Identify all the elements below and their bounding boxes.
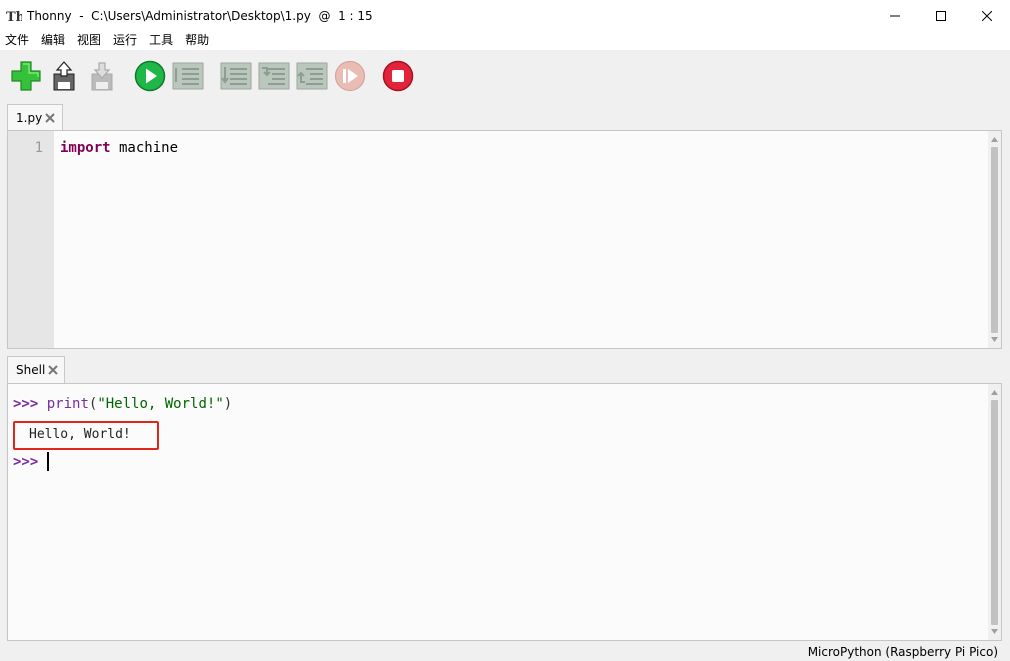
stop-button[interactable] [380,58,416,94]
scroll-down-arrow-icon[interactable] [988,333,1001,346]
resume-button [332,58,368,94]
shell-output: Hello, World! [29,427,131,442]
minimize-icon [890,15,900,16]
close-button[interactable] [964,0,1010,31]
save-file-button [84,58,120,94]
code-editor[interactable]: 1 import machine [7,130,1002,349]
debug-button [170,58,206,94]
code-text: machine [110,140,179,156]
window-controls [872,0,1010,31]
line-number-gutter: 1 [8,131,54,348]
scroll-down-arrow-icon[interactable] [988,625,1001,638]
scroll-up-arrow-icon[interactable] [988,386,1001,399]
shell-scrollbar[interactable] [988,384,1001,640]
interpreter-selector[interactable]: MicroPython (Raspberry Pi Pico) [808,645,998,659]
debug-icon [172,62,204,90]
close-icon [982,10,992,21]
editor-scrollbar[interactable] [988,131,1001,348]
step-out-icon [296,62,328,90]
toolbar [0,50,1010,100]
menu-edit[interactable]: 编辑 [36,31,71,50]
code-keyword: import [60,140,111,156]
tab-label: 1.py [16,111,43,125]
command-paren-close: ) [223,396,233,412]
resume-icon [334,60,366,92]
minimize-button[interactable] [872,0,918,31]
step-over-button [218,58,254,94]
shell-console[interactable]: >>> print("Hello, World!") Hello, World!… [7,383,1002,641]
run-button[interactable] [132,58,168,94]
title-bar: Th Thonny - C:\Users\Administrator\Deskt… [0,0,1010,31]
stop-icon [382,60,414,92]
scroll-thumb[interactable] [991,147,998,333]
shell-prompt: >>> [13,454,39,470]
command-string: "Hello, World!" [97,396,224,412]
shell-prompt: >>> [13,396,39,412]
tab-close-icon[interactable] [48,364,58,376]
window-title: Thonny - C:\Users\Administrator\Desktop\… [27,8,373,23]
play-icon [134,60,166,92]
tab-close-icon[interactable] [45,112,55,124]
menu-bar: 文件 编辑 视图 运行 工具 帮助 [0,31,1010,50]
scroll-up-arrow-icon[interactable] [988,133,1001,146]
thonny-window: Th Thonny - C:\Users\Administrator\Deskt… [0,0,1010,661]
status-bar: MicroPython (Raspberry Pi Pico) [0,643,1010,661]
thonny-logo-icon: Th [5,7,23,25]
tab-shell[interactable]: Shell [7,356,65,383]
step-into-button [256,58,292,94]
menu-help[interactable]: 帮助 [180,31,215,50]
command-function: print [46,396,89,412]
scroll-thumb[interactable] [991,400,998,625]
menu-run[interactable]: 运行 [108,31,143,50]
shell-command-line: >>> print("Hello, World!") [13,396,232,412]
text-cursor [47,452,49,471]
svg-text:Th: Th [6,10,22,23]
menu-view[interactable]: 视图 [72,31,107,50]
tab-1-py[interactable]: 1.py [7,104,63,131]
menu-file[interactable]: 文件 [0,31,35,50]
step-out-button [294,58,330,94]
new-file-button[interactable] [8,58,44,94]
download-disk-icon [91,62,113,91]
output-highlight-box: Hello, World! [13,421,159,450]
open-file-button[interactable] [46,58,82,94]
step-into-icon [258,62,290,90]
step-over-icon [220,62,252,90]
maximize-icon [936,10,946,21]
maximize-button[interactable] [918,0,964,31]
code-line[interactable]: import machine [60,140,178,156]
green-plus-icon [11,61,41,91]
menu-tools[interactable]: 工具 [144,31,179,50]
upload-disk-icon [53,61,75,91]
shell-input-line[interactable]: >>> [13,454,38,470]
line-number: 1 [34,140,43,156]
tab-label: Shell [16,363,46,377]
